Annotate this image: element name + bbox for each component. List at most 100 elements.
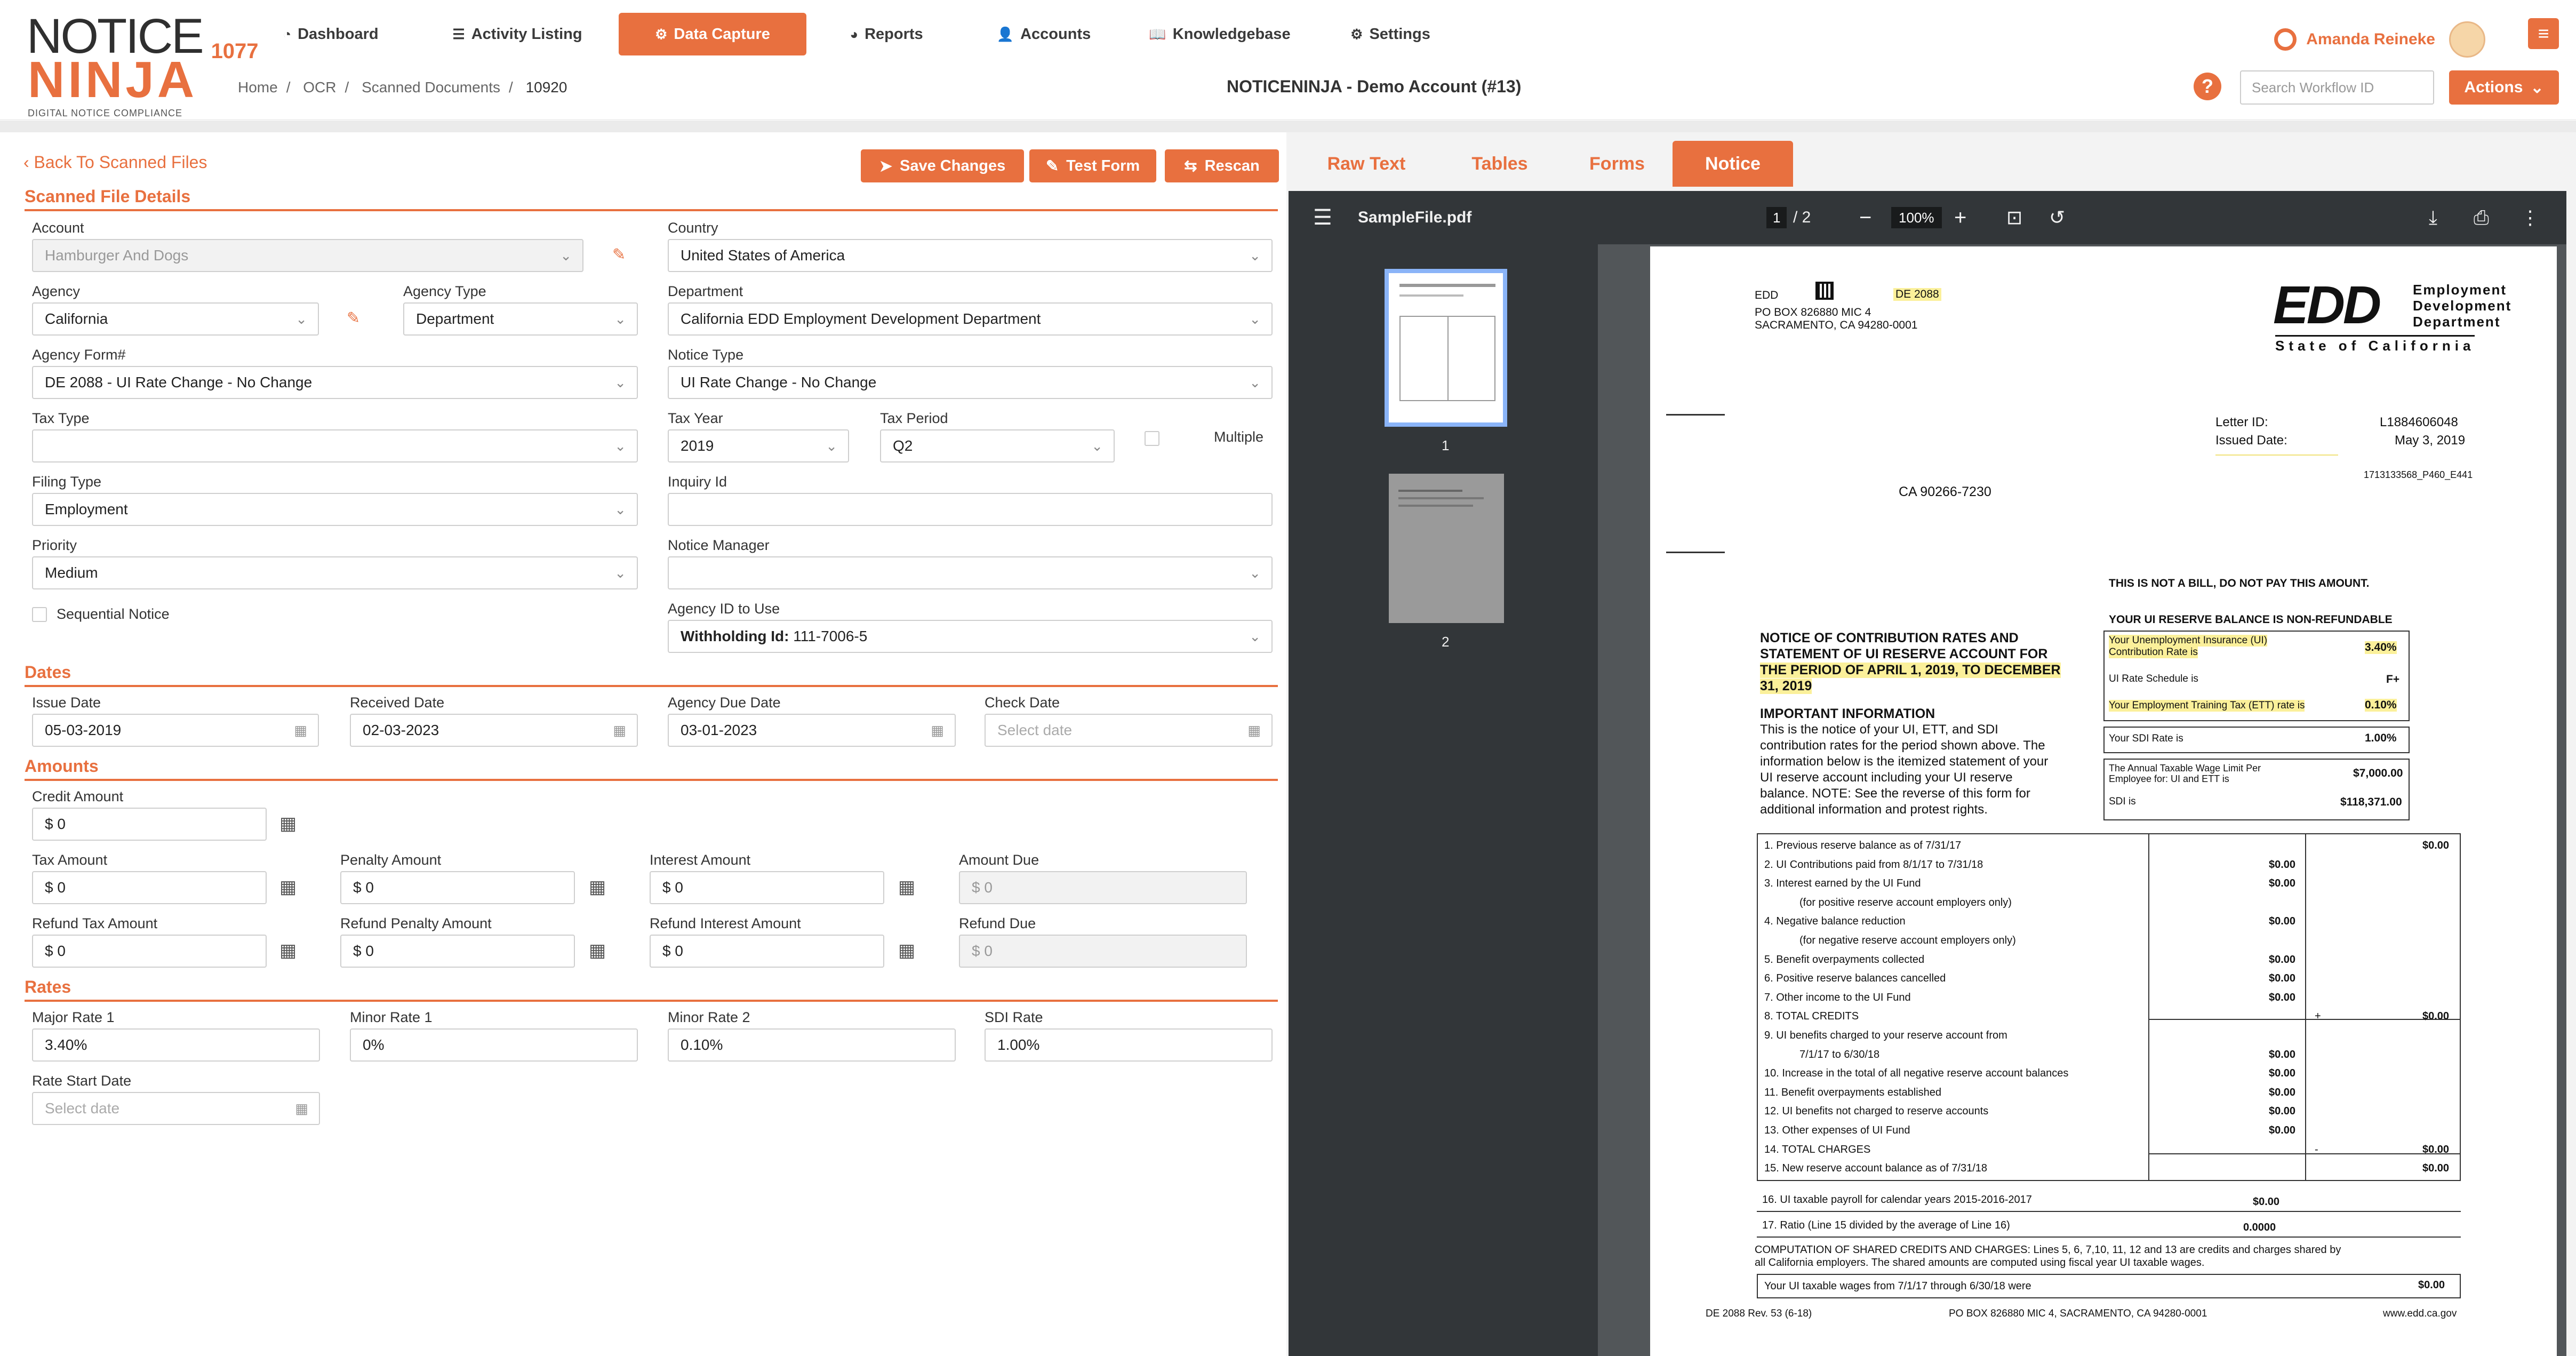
nav-accounts[interactable]: 👤 Accounts <box>966 13 1121 55</box>
page-number-input[interactable]: 1 <box>1766 207 1787 228</box>
credit-amount-input[interactable]: $ 0 <box>32 808 267 841</box>
tab-forms[interactable]: Forms <box>1564 141 1670 187</box>
rate-start-date-input[interactable]: Select date ▦ <box>32 1092 320 1125</box>
refund-penalty-amount-input[interactable]: $ 0 <box>340 935 575 968</box>
penalty-amount-input[interactable]: $ 0 <box>340 871 575 904</box>
rescan-button[interactable]: ⇆ Rescan <box>1165 149 1279 182</box>
thumbnail-sidebar: 1 2 <box>1289 244 1598 1356</box>
issue-date-input[interactable]: 05-03-2019 ▦ <box>32 714 319 747</box>
nav-activity-listing[interactable]: ☰ Activity Listing <box>427 13 608 55</box>
tax-type-select[interactable]: ⌄ <box>32 429 638 462</box>
page-thumbnail-2[interactable] <box>1389 474 1504 623</box>
zoom-in-icon[interactable]: + <box>1954 191 1966 244</box>
refund-interest-amount-input[interactable]: $ 0 <box>650 935 884 968</box>
more-options-icon[interactable]: ⋮ <box>2521 191 2540 244</box>
test-form-button[interactable]: ✎ Test Form <box>1029 149 1156 182</box>
country-select[interactable]: United States of America ⌄ <box>668 239 1273 272</box>
minor-rate-1-input[interactable]: 0% <box>350 1028 638 1062</box>
tab-raw-text[interactable]: Raw Text <box>1302 141 1430 187</box>
breadcrumb-scanned-documents[interactable]: Scanned Documents <box>362 79 500 95</box>
sequential-notice-checkbox[interactable] <box>32 607 47 622</box>
help-button[interactable]: ? <box>2194 73 2221 100</box>
priority-select[interactable]: Medium ⌄ <box>32 556 638 589</box>
agency-form-select[interactable]: DE 2088 - UI Rate Change - No Change ⌄ <box>32 366 638 399</box>
interest-amount-input[interactable]: $ 0 <box>650 871 884 904</box>
zoom-level-input[interactable]: 100% <box>1891 207 1942 228</box>
chevron-down-icon: ⌄ <box>1249 628 1261 644</box>
calculator-icon[interactable]: ▦ <box>898 876 915 898</box>
account-select[interactable]: Hamburger And Dogs ⌄ <box>32 239 583 272</box>
agency-select[interactable]: California ⌄ <box>32 302 319 336</box>
check-date-input[interactable]: Select date ▦ <box>985 714 1273 747</box>
statement-line-amount: $0.00 <box>2269 1048 2296 1060</box>
nav-data-capture[interactable]: ⚙ Data Capture <box>619 13 806 55</box>
page-thumbnail-1[interactable] <box>1385 269 1507 427</box>
zoom-out-icon[interactable]: − <box>1859 191 1871 244</box>
statement-line-amount: $0.00 <box>2269 972 2296 985</box>
wages-line: Your UI taxable wages from 7/1/17 throug… <box>1764 1280 2031 1292</box>
computation-line-1: COMPUTATION OF SHARED CREDITS AND CHARGE… <box>1755 1244 2341 1256</box>
breadcrumb-home[interactable]: Home <box>238 79 278 95</box>
agency-due-date-input[interactable]: 03-01-2023 ▦ <box>668 714 956 747</box>
agency-id-select[interactable]: Withholding Id: 111-7006-5 ⌄ <box>668 620 1273 653</box>
sidebar-menu-icon[interactable]: ☰ <box>1313 191 1332 244</box>
notice-type-select[interactable]: UI Rate Change - No Change ⌄ <box>668 366 1273 399</box>
calculator-icon[interactable]: ▦ <box>589 876 606 898</box>
nav-reports[interactable]: ◕ Reports <box>806 13 966 55</box>
calculator-icon[interactable]: ▦ <box>898 940 915 961</box>
nav-dashboard[interactable]: ◔ Dashboard <box>235 13 427 55</box>
tab-tables[interactable]: Tables <box>1446 141 1553 187</box>
tax-period-select[interactable]: Q2 ⌄ <box>880 429 1115 462</box>
chevron-down-icon: ⌄ <box>560 248 572 264</box>
save-changes-button[interactable]: ➤ Save Changes <box>861 149 1024 182</box>
agency-type-select[interactable]: Department ⌄ <box>403 302 638 336</box>
notice-ninja-logo[interactable]: NOTICE 1077 NINJA DIGITAL NOTICE COMPLIAN… <box>27 12 259 118</box>
rotate-icon[interactable]: ↺ <box>2049 191 2065 244</box>
edit-account-icon[interactable]: ✎ <box>612 245 626 264</box>
interest-amount-label: Interest Amount <box>650 852 751 868</box>
print-icon[interactable]: ⎙ <box>2474 191 2489 244</box>
info-line-6: additional information and protest right… <box>1760 802 1988 817</box>
dashboard-icon: ◔ <box>283 26 292 42</box>
download-icon[interactable]: ⤓ <box>2429 191 2437 244</box>
ui-rate-label-2: Contribution Rate is <box>2109 647 2198 658</box>
doc-form-badge: DE 2088 <box>1893 288 1941 301</box>
search-workflow-input[interactable]: Search Workflow ID <box>2240 70 2434 105</box>
calculator-icon[interactable]: ▦ <box>279 940 297 961</box>
multiple-checkbox[interactable] <box>1145 431 1159 446</box>
issue-date-label: Issue Date <box>32 695 101 711</box>
minor-rate-2-input[interactable]: 0.10% <box>668 1028 956 1062</box>
tax-amount-input[interactable]: $ 0 <box>32 871 267 904</box>
actions-button[interactable]: Actions ⌄ <box>2449 70 2559 105</box>
tab-notice[interactable]: Notice <box>1673 141 1793 187</box>
user-menu[interactable]: Amanda Reineke <box>2274 21 2485 58</box>
department-select[interactable]: California EDD Employment Development De… <box>668 302 1273 336</box>
line-16-value: $0.00 <box>2253 1196 2280 1208</box>
footer-form: DE 2088 Rev. 53 (6-18) <box>1706 1308 1812 1319</box>
nav-knowledgebase[interactable]: 📖 Knowledgebase <box>1121 13 1318 55</box>
hamburger-menu-button[interactable]: ≡ <box>2528 18 2559 49</box>
breadcrumb-ocr[interactable]: OCR <box>303 79 336 95</box>
footer-po: PO BOX 826880 MIC 4, SACRAMENTO, CA 9428… <box>1949 1308 2207 1319</box>
section-divider <box>25 779 1278 781</box>
sdi-rate-input[interactable]: 1.00% <box>985 1028 1273 1062</box>
major-rate-input[interactable]: 3.40% <box>32 1028 320 1062</box>
calculator-icon[interactable]: ▦ <box>589 940 606 961</box>
edit-agency-icon[interactable]: ✎ <box>347 309 360 328</box>
filing-type-select[interactable]: Employment ⌄ <box>32 493 638 526</box>
tax-year-select[interactable]: 2019 ⌄ <box>668 429 849 462</box>
notice-manager-select[interactable]: ⌄ <box>668 556 1273 589</box>
wages-value: $0.00 <box>2418 1279 2445 1291</box>
calculator-icon[interactable]: ▦ <box>279 876 297 898</box>
issued-date-label: Issued Date: <box>2215 433 2287 448</box>
received-date-input[interactable]: 02-03-2023 ▦ <box>350 714 638 747</box>
fit-page-icon[interactable]: ⊡ <box>2006 191 2022 244</box>
section-divider <box>25 1000 1278 1002</box>
notice-type-label: Notice Type <box>668 347 744 363</box>
back-to-scanned-files-link[interactable]: ‹ Back To Scanned Files <box>23 153 207 172</box>
refund-tax-amount-input[interactable]: $ 0 <box>32 935 267 968</box>
calculator-icon[interactable]: ▦ <box>279 813 297 834</box>
tax-type-label: Tax Type <box>32 410 90 426</box>
inquiry-id-input[interactable] <box>668 493 1273 526</box>
nav-settings[interactable]: ⚙ Settings <box>1318 13 1462 55</box>
